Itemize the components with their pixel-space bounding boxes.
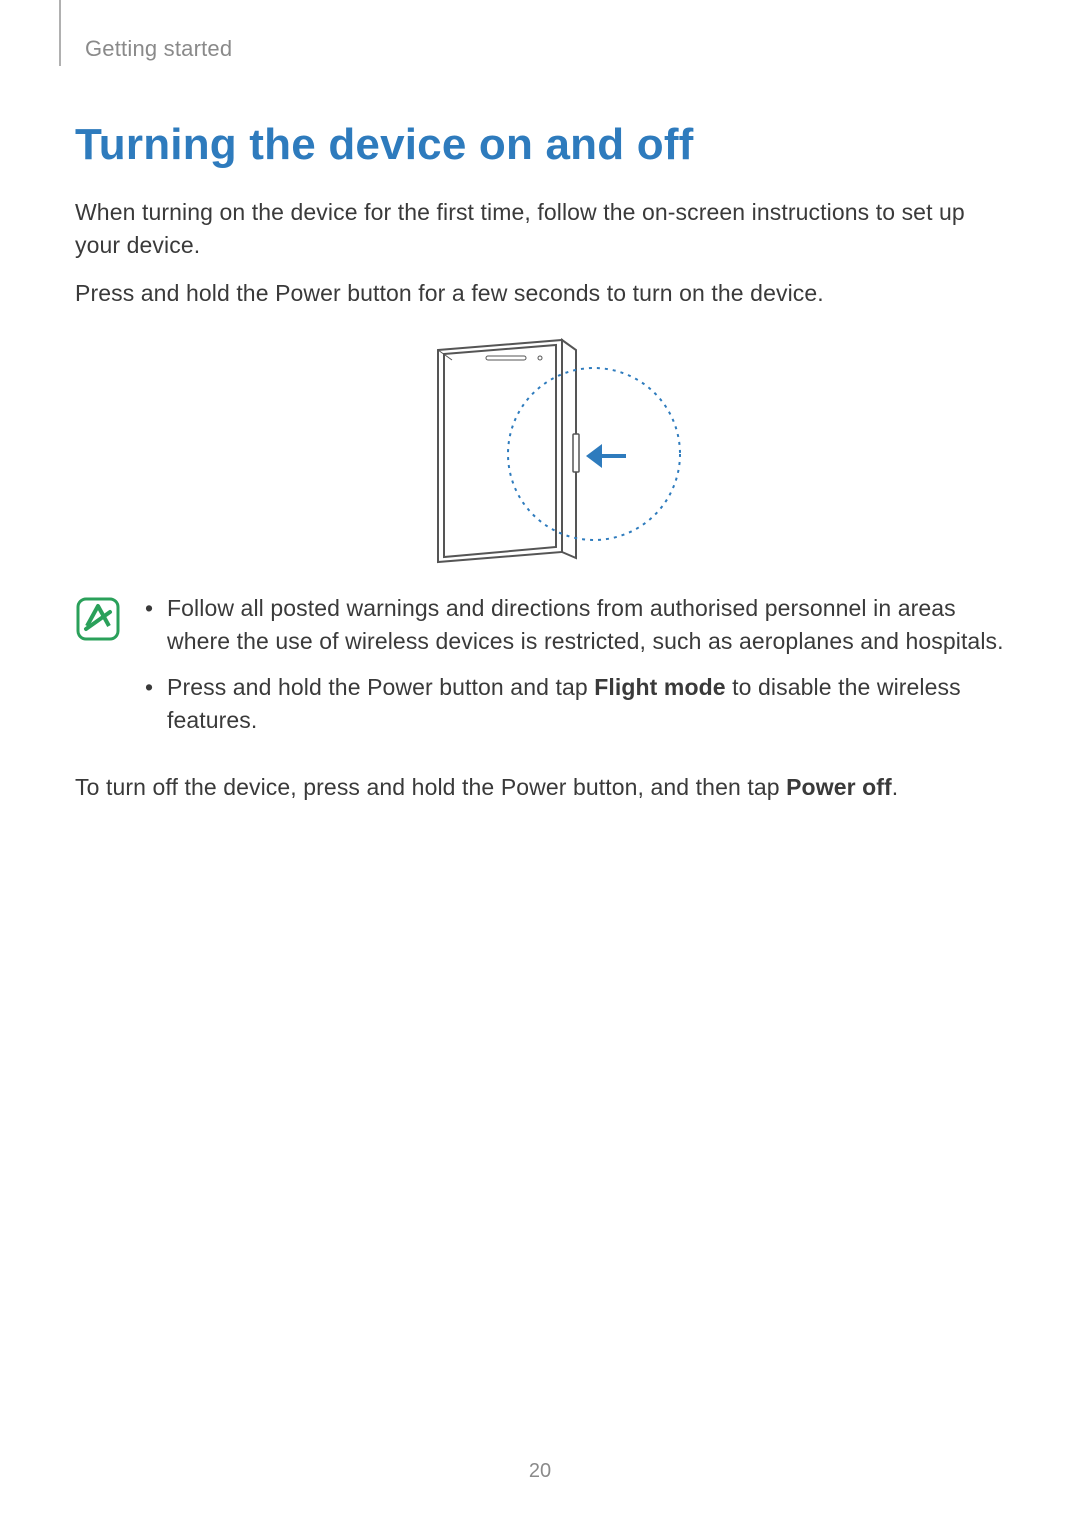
header-vertical-rule [59,0,61,66]
note-item-warnings: Follow all posted warnings and direction… [145,592,1005,659]
page-title: Turning the device on and off [75,120,1005,170]
note2-prefix: Press and hold the Power button and tap [167,674,594,700]
section-label: Getting started [85,36,1005,62]
phone-power-button-diagram [390,334,690,564]
page-content: Getting started Turning the device on an… [0,0,1080,805]
note-list: Follow all posted warnings and direction… [145,592,1005,749]
paragraph-instruction: Press and hold the Power button for a fe… [75,277,1005,310]
note-block: Follow all posted warnings and direction… [75,592,1005,749]
para3-prefix: To turn off the device, press and hold t… [75,774,786,800]
para3-suffix: . [892,774,899,800]
note-item-flight-mode: Press and hold the Power button and tap … [145,671,1005,738]
page-number: 20 [0,1460,1080,1483]
para3-bold: Power off [786,774,892,800]
paragraph-intro: When turning on the device for the first… [75,196,1005,263]
note-icon [75,596,121,647]
paragraph-power-off: To turn off the device, press and hold t… [75,771,1005,804]
device-illustration [75,334,1005,564]
note2-bold: Flight mode [594,674,725,700]
